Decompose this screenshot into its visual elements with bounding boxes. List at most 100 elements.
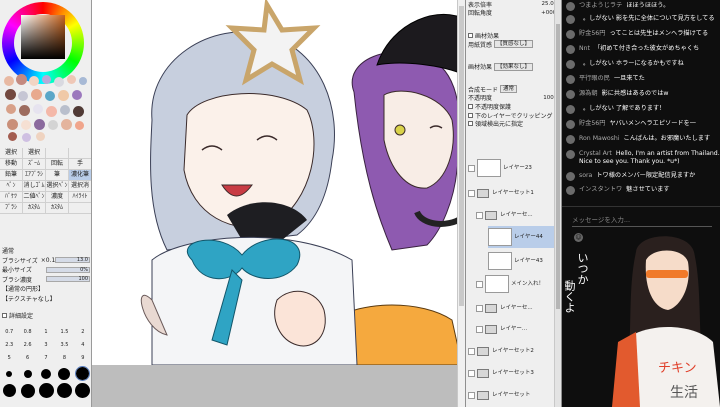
size-preset[interactable]: 6 — [18, 352, 36, 365]
palette-swatch[interactable] — [29, 76, 39, 86]
palette-swatch[interactable] — [8, 132, 17, 141]
min-size-slider[interactable]: 0% — [46, 266, 90, 273]
palette-swatch[interactable] — [48, 120, 58, 130]
drawing-canvas[interactable] — [92, 0, 465, 407]
blend-mode-row[interactable]: 通常 — [0, 246, 91, 256]
size-dot[interactable] — [20, 383, 35, 398]
visibility-toggle[interactable] — [468, 391, 475, 399]
chat-input[interactable]: メッセージを入力... — [572, 214, 630, 224]
palette-swatch[interactable] — [21, 120, 31, 130]
visibility-toggle[interactable] — [468, 347, 475, 355]
tool-bucket[interactable]: ﾊﾞｹﾂ — [0, 192, 23, 203]
clip-lower-row[interactable]: 下のレイヤーでクリッピング — [466, 111, 561, 119]
brush-shape-row[interactable]: 【通常の円形】 — [0, 284, 91, 294]
tool-density[interactable]: 濃度 — [46, 192, 69, 203]
palette-swatch[interactable] — [46, 106, 57, 117]
size-dot[interactable] — [23, 369, 32, 378]
tool-blur-brush[interactable]: 濃化筆 — [69, 170, 91, 181]
color-saturation-square[interactable] — [21, 15, 65, 59]
palette-swatch[interactable] — [54, 77, 64, 87]
layer-item-selected[interactable]: レイヤー44 — [488, 226, 554, 248]
palette-swatch[interactable] — [73, 106, 84, 117]
palette-swatch[interactable] — [7, 119, 18, 130]
layer-folder[interactable]: レイヤーセ... — [476, 204, 533, 226]
tool-brush[interactable]: 筆 — [46, 170, 69, 181]
size-preset[interactable]: 1 — [37, 326, 55, 339]
size-preset[interactable]: 1.5 — [55, 326, 73, 339]
size-preset[interactable]: 7 — [37, 352, 55, 365]
palette-swatch[interactable] — [18, 91, 28, 101]
palette-swatch[interactable] — [61, 119, 72, 130]
layer-folder[interactable]: レイヤーセット1 — [468, 182, 534, 204]
size-dot[interactable] — [75, 383, 91, 398]
size-dot[interactable] — [41, 368, 52, 379]
tool-slot[interactable] — [46, 148, 69, 159]
brush-texture-row[interactable]: 【テクスチャなし】 — [0, 294, 91, 304]
canvas-scrollbar[interactable] — [457, 0, 465, 407]
tool-select-pen[interactable]: 選択ﾍﾟﾝ — [46, 181, 69, 192]
brush-size-row[interactable]: ブラシサイズ ×0.1 13.0 — [0, 256, 91, 266]
brush-density-row[interactable]: ブラシ濃度 100 — [0, 275, 91, 285]
brush-density-slider[interactable]: 100 — [46, 276, 90, 283]
palette-swatch[interactable] — [75, 121, 84, 130]
zoom-row[interactable]: 表示倍率 25.0% — [466, 0, 561, 8]
paper-effect-toggle[interactable] — [468, 32, 473, 38]
palette-swatch[interactable] — [60, 105, 70, 115]
blend-mode-row[interactable]: 合成モード 通常 — [466, 85, 561, 94]
layer-scrollbar[interactable] — [554, 0, 561, 407]
clip-lower-checkbox[interactable] — [468, 112, 473, 118]
size-preset[interactable]: 8 — [55, 352, 73, 365]
tool-brush-2[interactable]: ﾌﾞﾗｼ — [0, 203, 23, 214]
size-dot[interactable] — [2, 384, 16, 397]
material-row[interactable]: 画材効果 【効果なし】 — [466, 62, 561, 71]
tool-binary-pen[interactable]: 二値ﾍﾟﾝ — [23, 192, 46, 203]
paper-effect-header[interactable]: 画材効果 — [466, 31, 561, 40]
palette-swatch[interactable] — [45, 91, 55, 101]
protect-opacity-row[interactable]: 不透明度保護 — [466, 102, 561, 111]
layer-item[interactable]: メイン入れ！ — [476, 273, 544, 295]
visibility-toggle[interactable] — [476, 211, 483, 219]
palette-swatch[interactable] — [4, 76, 14, 86]
palette-swatch[interactable] — [72, 90, 82, 100]
size-dot[interactable] — [6, 370, 13, 377]
size-dot[interactable] — [75, 366, 91, 381]
paper-texture-value[interactable]: 【質感なし】 — [494, 40, 534, 49]
detail-settings-toggle[interactable] — [2, 313, 7, 319]
tool-select-eraser[interactable]: 選択消 — [69, 181, 91, 192]
size-preset[interactable]: 0.7 — [0, 326, 18, 339]
size-preset[interactable]: 2 — [74, 326, 91, 339]
emoji-icon[interactable]: ☺ — [574, 233, 583, 242]
tool-custom-1[interactable]: ｶｽﾀﾑ — [23, 203, 46, 214]
tool-zoom[interactable]: ｽﾞｰﾑ — [23, 159, 46, 170]
palette-swatch[interactable] — [33, 104, 43, 114]
visibility-toggle[interactable] — [476, 280, 483, 288]
tool-custom-2[interactable]: ｶｽﾀﾑ — [46, 203, 69, 214]
tool-airbrush[interactable]: ｴｱﾌﾞﾗｼ — [23, 170, 46, 181]
size-preset[interactable]: 0.8 — [18, 326, 36, 339]
palette-swatch[interactable] — [36, 132, 45, 141]
visibility-toggle[interactable] — [468, 189, 475, 197]
layer-folder[interactable]: レイヤーセット3 — [468, 362, 534, 384]
angle-row[interactable]: 回転角度 +000° — [466, 9, 561, 17]
layer-folder[interactable]: レイヤーセット2 — [468, 340, 534, 362]
palette-swatch[interactable] — [22, 133, 31, 142]
palette-swatch[interactable] — [19, 105, 30, 116]
opacity-row[interactable]: 不透明度 100% — [466, 94, 561, 102]
size-dot[interactable] — [38, 383, 54, 398]
layer-item[interactable]: レイヤー23 — [468, 157, 532, 179]
tool-rotate[interactable]: 回転 — [46, 159, 69, 170]
tool-pencil[interactable]: 鉛筆 — [0, 170, 23, 181]
tool-highlight[interactable]: ﾊｲﾗｲﾄ — [69, 192, 91, 203]
size-preset[interactable]: 4 — [74, 339, 91, 352]
detail-settings-row[interactable]: 詳細設定 — [0, 311, 91, 321]
palette-swatch[interactable] — [58, 90, 69, 101]
visibility-toggle[interactable] — [476, 325, 483, 333]
tool-eraser[interactable]: 消しｺﾞﾑ — [23, 181, 46, 192]
tool-move[interactable]: 移動 — [0, 159, 23, 170]
canvas-scroll-thumb[interactable] — [459, 6, 464, 306]
size-preset[interactable]: 3 — [37, 339, 55, 352]
visibility-toggle[interactable] — [468, 164, 475, 172]
layer-folder[interactable]: レイヤーセ... — [476, 297, 533, 319]
palette-swatch[interactable] — [79, 77, 87, 85]
layer-folder[interactable]: レイヤー... — [476, 318, 527, 340]
